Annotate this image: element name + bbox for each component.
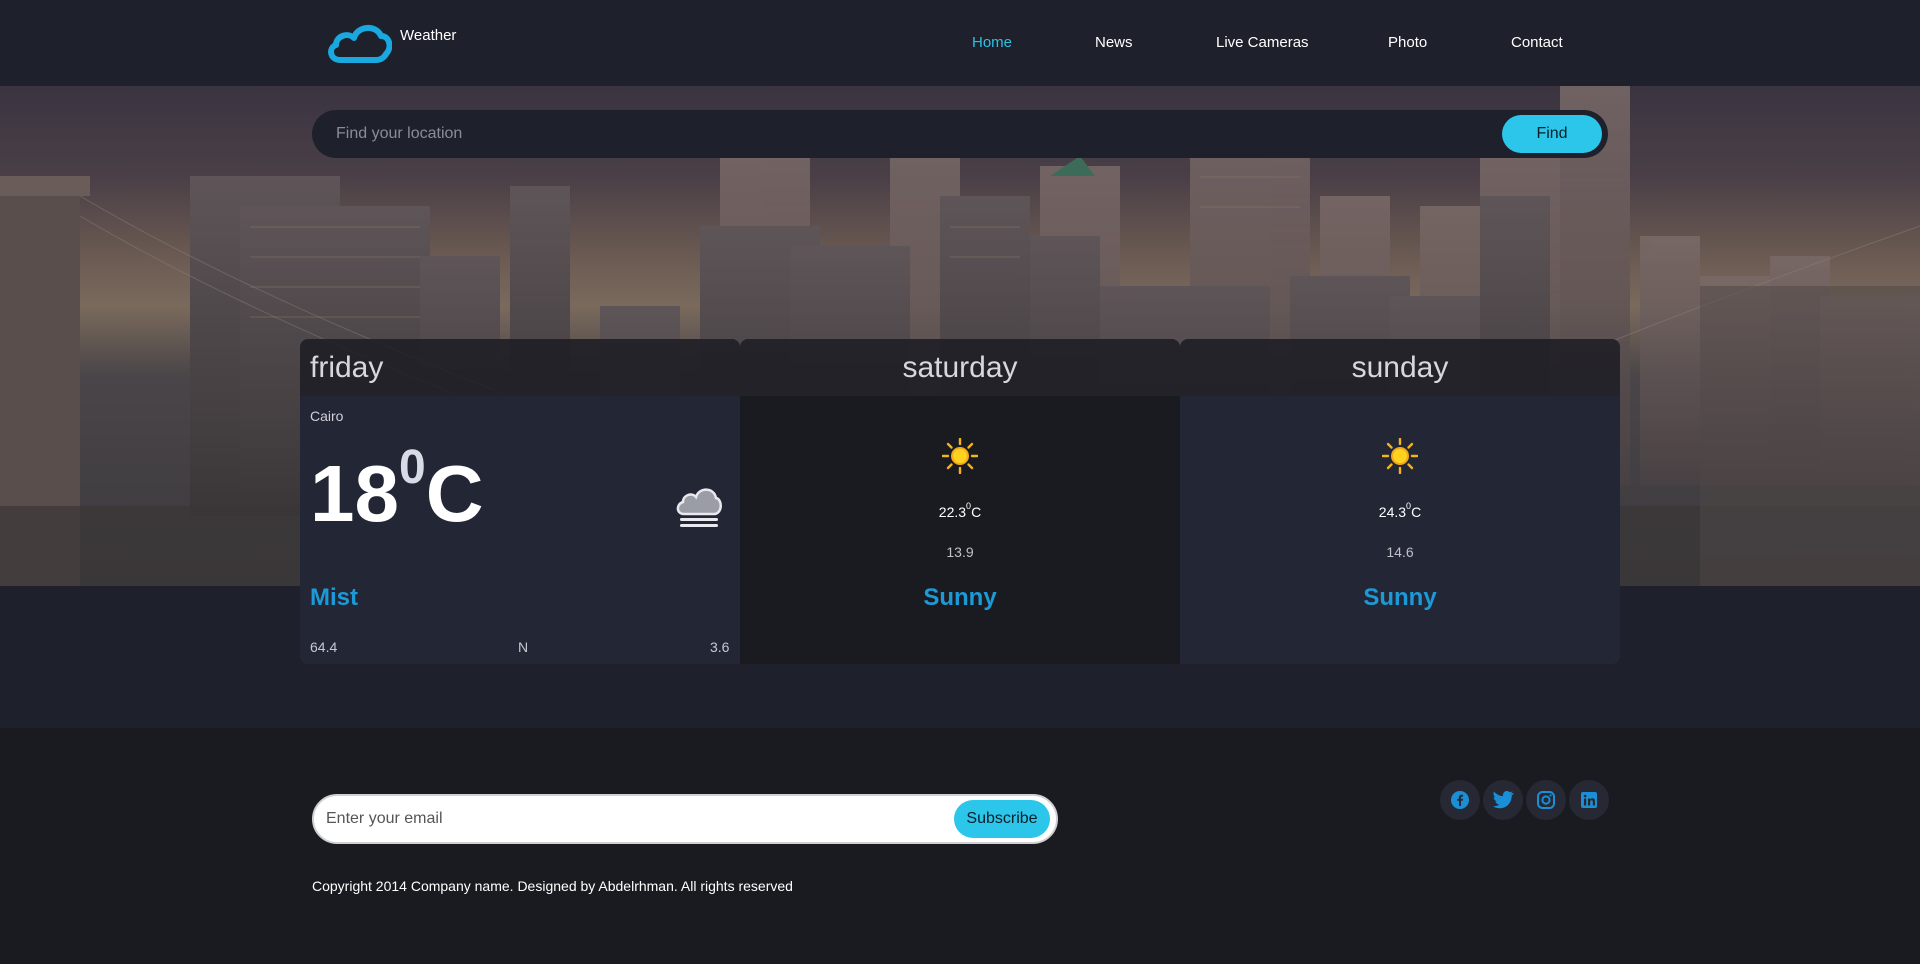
footer: Subscribe Copyright 2014 Company name. D… [0, 728, 1920, 964]
twitter-icon[interactable] [1483, 780, 1523, 820]
linkedin-icon[interactable] [1569, 780, 1609, 820]
wind-direction: N [518, 639, 529, 655]
sun-icon [1381, 437, 1419, 479]
cloud-icon [674, 484, 722, 533]
cloud-icon [326, 22, 392, 64]
today-day: friday [300, 339, 740, 396]
nav-contact[interactable]: Contact [1511, 34, 1563, 51]
wind-speed: 3.6 [710, 639, 730, 655]
forecast-condition: Sunny [1363, 584, 1437, 611]
brand-name: Weather [400, 26, 457, 44]
facebook-icon[interactable] [1440, 780, 1480, 820]
instagram-icon[interactable] [1526, 780, 1566, 820]
email-input[interactable] [326, 796, 926, 842]
humidity-value: 64.4 [310, 639, 338, 655]
brand-logo[interactable]: Weather [326, 22, 456, 64]
forecast-max-temp: 24.30C [1378, 501, 1422, 520]
forecast-min-temp: 14.6 [1386, 544, 1414, 560]
nav-home[interactable]: Home [972, 34, 1012, 51]
navbar: Weather Home News Live Cameras Photo Con… [0, 0, 1920, 86]
forecast-card: sunday 24.30C 14.6 Sunny [1180, 339, 1620, 664]
forecast-max-temp: 22.30C [938, 501, 982, 520]
find-button[interactable]: Find [1502, 115, 1602, 153]
social-links [1440, 780, 1612, 820]
forecast-day: saturday [740, 339, 1180, 396]
copyright-text: Copyright 2014 Company name. Designed by… [312, 878, 793, 894]
subscribe-button[interactable]: Subscribe [954, 800, 1050, 838]
search-bar: Find [312, 110, 1608, 158]
sun-icon [941, 437, 979, 479]
today-body: Cairo 180C Mist 64.4 N 3.6 [300, 396, 740, 664]
nav-live-cameras[interactable]: Live Cameras [1216, 34, 1309, 51]
forecast-condition: Sunny [923, 584, 997, 611]
forecast-card: saturday 22.30C 13.9 Sunny [740, 339, 1180, 664]
forecast-body: 22.30C 13.9 Sunny [740, 396, 1180, 664]
forecast-body: 24.30C 14.6 Sunny [1180, 396, 1620, 664]
nav-news[interactable]: News [1095, 34, 1133, 51]
subscribe-form: Subscribe [312, 794, 1058, 844]
today-card: friday Cairo 180C Mist 64.4 N 3.6 [300, 339, 740, 664]
city-name: Cairo [310, 408, 344, 424]
nav-photo[interactable]: Photo [1388, 34, 1427, 51]
forecast-min-temp: 13.9 [946, 544, 974, 560]
today-condition: Mist [310, 584, 358, 611]
forecast-day: sunday [1180, 339, 1620, 396]
current-temperature: 180C [310, 441, 484, 538]
search-input[interactable] [336, 110, 1496, 158]
